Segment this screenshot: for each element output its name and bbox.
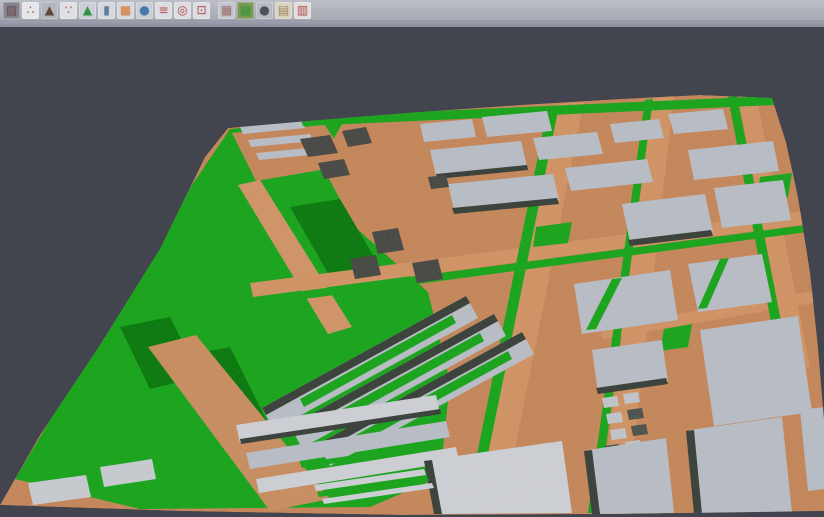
- classification-map-icon[interactable]: ▩: [237, 2, 254, 19]
- striped-flag-icon[interactable]: ▥: [294, 2, 311, 19]
- toolbar-separator: [211, 2, 217, 19]
- application-window: ▨∴▲∵▲▮■●≡◎⊡▦▩●▤▥: [0, 0, 824, 517]
- orange-tile-icon[interactable]: ■: [117, 2, 134, 19]
- globe-icon[interactable]: ●: [136, 2, 153, 19]
- histogram-column-icon[interactable]: ▮: [98, 2, 115, 19]
- green-hill-icon[interactable]: ▲: [79, 2, 96, 19]
- selection-box-icon[interactable]: ⊡: [193, 2, 210, 19]
- terrain-model-icon[interactable]: ▲: [41, 2, 58, 19]
- dark-sphere-icon[interactable]: ●: [256, 2, 273, 19]
- red-list-icon[interactable]: ≡: [155, 2, 172, 19]
- target-icon[interactable]: ◎: [174, 2, 191, 19]
- viewport-3d[interactable]: [0, 27, 824, 517]
- cross-section-icon[interactable]: ▨: [3, 2, 20, 19]
- checker-grid-icon[interactable]: ▦: [218, 2, 235, 19]
- classify-points-icon[interactable]: ∴: [22, 2, 39, 19]
- point-picking-icon[interactable]: ∵: [60, 2, 77, 19]
- point-cloud-render[interactable]: [0, 27, 824, 517]
- main-toolbar: ▨∴▲∵▲▮■●≡◎⊡▦▩●▤▥: [0, 0, 824, 21]
- map-sheet-icon[interactable]: ▤: [275, 2, 292, 19]
